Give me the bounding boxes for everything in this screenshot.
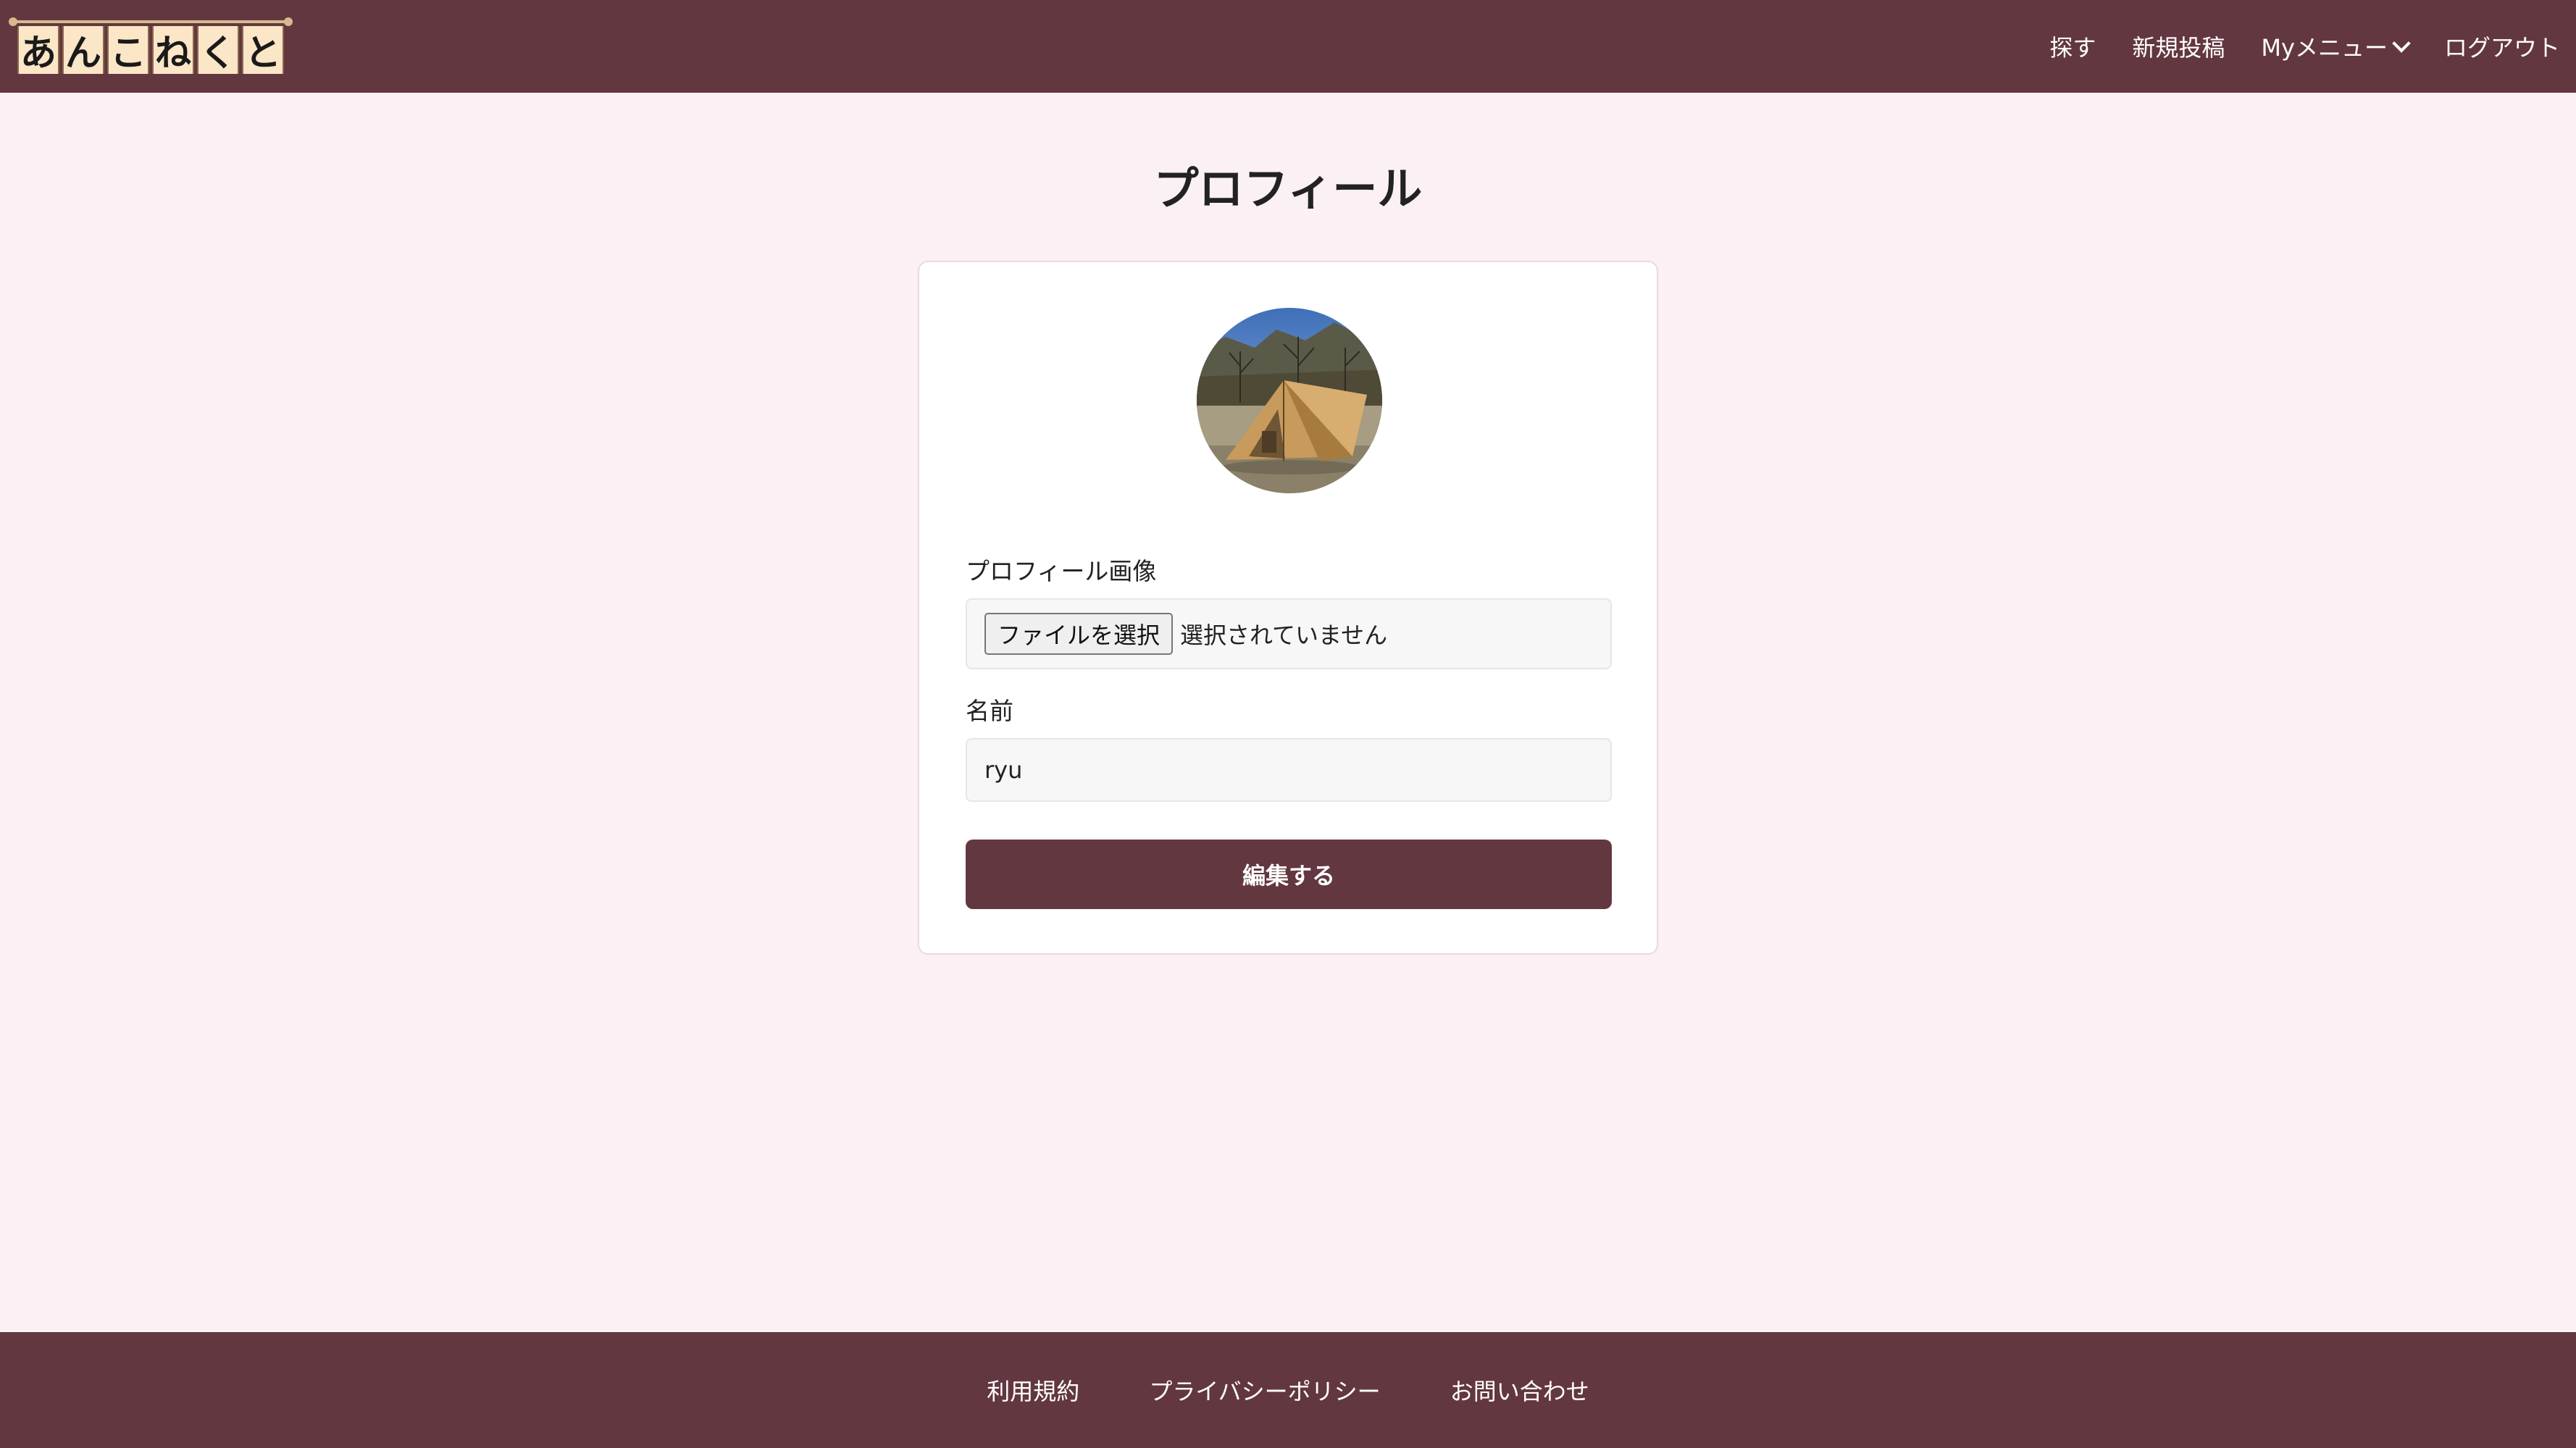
logo-rod-cap (9, 17, 17, 26)
logo-char: ね (152, 26, 194, 74)
chevron-down-icon (2392, 34, 2411, 53)
nav-new-post-link[interactable]: 新規投稿 (2132, 30, 2225, 63)
file-selection-status: 選択されていません (1180, 622, 1388, 649)
top-navbar: あ ん こ ね く と 探す 新規投稿 Myメニュー ログアウト (0, 0, 2576, 93)
edit-submit-button[interactable]: 編集する (966, 840, 1612, 909)
logo-char: ん (62, 26, 104, 74)
profile-image-label: プロフィール画像 (966, 557, 1157, 585)
logo-char: こ (107, 26, 149, 74)
site-logo[interactable]: あ ん こ ね く と (9, 17, 293, 83)
logo-char: く (197, 26, 239, 74)
name-label: 名前 (966, 697, 1013, 725)
nav-search-link[interactable]: 探す (2049, 30, 2096, 63)
nav-menu: 探す 新規投稿 Myメニュー ログアウト (2013, 0, 2560, 93)
footer-terms-link[interactable]: 利用規約 (987, 1373, 1079, 1407)
logo-char: あ (17, 26, 59, 74)
name-input[interactable] (966, 738, 1612, 802)
page-title: プロフィール (1153, 162, 1423, 215)
tent-photo-icon (1197, 308, 1382, 493)
logo-rod-cap (284, 17, 293, 26)
nav-my-menu-dropdown[interactable]: Myメニュー (2261, 30, 2411, 63)
choose-file-button[interactable]: ファイルを選択 (984, 613, 1174, 655)
profile-image-file-input: ファイルを選択 選択されていません (966, 598, 1612, 669)
logo-char: と (242, 26, 284, 74)
footer: 利用規約 プライバシーポリシー お問い合わせ (0, 1332, 2576, 1448)
my-menu-label: Myメニュー (2261, 34, 2388, 62)
nav-logout-link[interactable]: ログアウト (2444, 30, 2560, 63)
avatar (1197, 308, 1382, 493)
footer-privacy-link[interactable]: プライバシーポリシー (1149, 1373, 1380, 1407)
footer-contact-link[interactable]: お問い合わせ (1450, 1373, 1589, 1407)
profile-edit-card: プロフィール画像 ファイルを選択 選択されていません 名前 編集する (918, 261, 1658, 955)
